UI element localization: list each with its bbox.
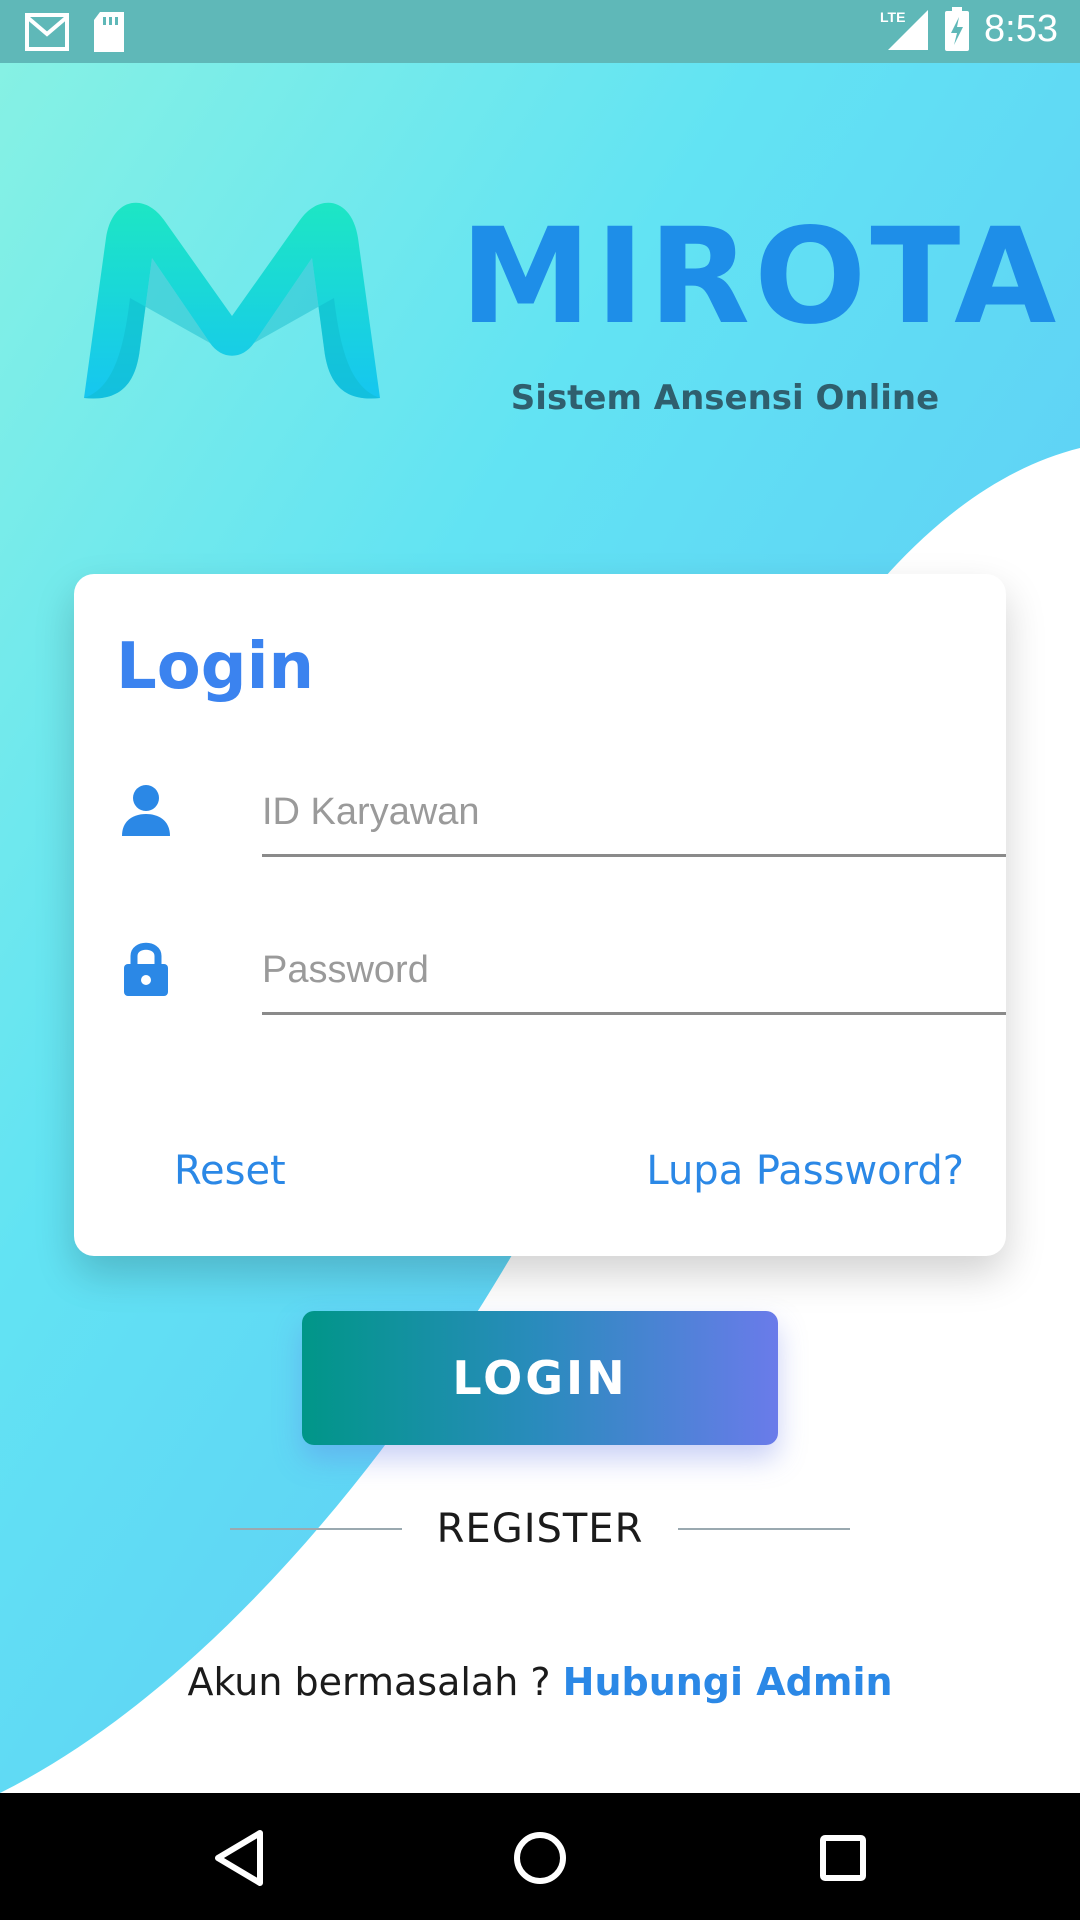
back-icon[interactable] bbox=[204, 1823, 274, 1893]
svg-text:LTE: LTE bbox=[880, 9, 905, 25]
forgot-password-link[interactable]: Lupa Password? bbox=[646, 1148, 964, 1194]
app-title: MIROTA bbox=[460, 200, 1061, 354]
gmail-icon bbox=[25, 13, 69, 51]
register-divider-right bbox=[678, 1528, 850, 1530]
employee-id-input[interactable] bbox=[262, 780, 1006, 857]
password-input[interactable] bbox=[262, 938, 1006, 1015]
sd-card-icon bbox=[94, 12, 124, 52]
password-field-row bbox=[116, 908, 1006, 1018]
login-card: Login Reset Lupa Password? bbox=[74, 574, 1006, 1256]
person-icon bbox=[122, 785, 170, 836]
help-prefix: Akun bermasalah ? bbox=[187, 1660, 563, 1704]
reset-button[interactable]: Reset bbox=[174, 1148, 286, 1194]
mirota-logo-icon bbox=[84, 202, 380, 399]
lock-icon bbox=[124, 942, 168, 996]
status-bar: LTE 8:53 bbox=[0, 0, 1080, 63]
login-button[interactable]: LOGIN bbox=[302, 1311, 778, 1445]
register-divider-left bbox=[230, 1528, 402, 1530]
app-subtitle: Sistem Ansensi Online bbox=[510, 378, 940, 418]
status-time: 8:53 bbox=[984, 7, 1058, 50]
signal-icon: LTE bbox=[880, 9, 929, 50]
id-field-row bbox=[116, 750, 1006, 860]
recents-icon[interactable] bbox=[808, 1823, 878, 1893]
contact-admin-link[interactable]: Hubungi Admin bbox=[563, 1660, 893, 1704]
help-text: Akun bermasalah ? Hubungi Admin bbox=[0, 1660, 1080, 1704]
home-icon[interactable] bbox=[505, 1823, 575, 1893]
battery-charging-icon bbox=[945, 7, 970, 51]
card-title: Login bbox=[116, 630, 315, 704]
login-screen: LTE 8:53 MIROTA Sistem Ansensi Online Lo… bbox=[0, 0, 1080, 1920]
register-button[interactable]: REGISTER bbox=[400, 1506, 680, 1552]
navigation-bar bbox=[0, 1793, 1080, 1920]
